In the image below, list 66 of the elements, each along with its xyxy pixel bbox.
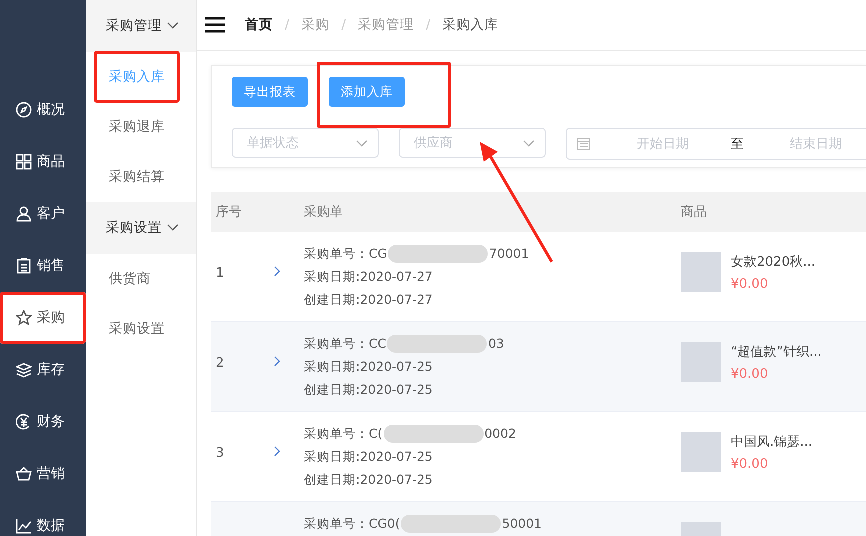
nav-item[interactable]: 销售 xyxy=(0,240,86,292)
chevron-icon xyxy=(167,22,179,30)
breadcrumb-item[interactable]: 首页 xyxy=(245,16,273,34)
photo-placeholder xyxy=(681,432,721,472)
dropdown-icon xyxy=(523,140,535,146)
submenu-item[interactable]: 采购结算 xyxy=(94,155,180,199)
clipboard-icon xyxy=(16,258,32,274)
row-number: 1 xyxy=(216,266,224,281)
compass-icon xyxy=(16,102,32,118)
photo-placeholder xyxy=(681,252,721,292)
submenu-group[interactable]: 采购管理 xyxy=(86,0,196,52)
order-number: 采购单号：CG0( 50001 xyxy=(304,514,544,534)
nav-item[interactable]: 数据 xyxy=(0,500,86,536)
expand-icon[interactable] xyxy=(274,266,281,277)
created-date: 创建日期:2020-07-27 xyxy=(304,291,434,309)
nav-item[interactable]: 库存 xyxy=(0,344,86,396)
nav-item[interactable]: 财务 xyxy=(0,396,86,448)
breadcrumb-separator: / xyxy=(342,17,346,33)
nav-item[interactable]: 商品 xyxy=(0,136,86,188)
submenu-item[interactable]: 采购设置 xyxy=(94,307,180,351)
order-number: 采购单号：CG 70001 xyxy=(304,244,530,264)
column-header: 商品 xyxy=(681,204,707,221)
expand-icon[interactable] xyxy=(274,446,281,457)
breadcrumb-item: 采购入库 xyxy=(442,16,499,34)
order-number: 采购单号：C( 0002 xyxy=(304,424,518,444)
submenu-item[interactable]: 供货商 xyxy=(94,257,166,301)
layers-icon xyxy=(16,362,32,378)
purchase-date: 采购日期:2020-07-25 xyxy=(304,358,434,376)
product-price: ¥0.00 xyxy=(731,456,770,472)
chart-icon xyxy=(16,518,32,534)
column-header: 序号 xyxy=(215,204,243,221)
product-price: ¥0.00 xyxy=(731,276,770,292)
column-header: 采购单 xyxy=(304,204,344,221)
chevron-icon xyxy=(167,224,179,232)
nav-item[interactable]: 营销 xyxy=(0,448,86,500)
dropdown-icon xyxy=(356,140,368,146)
expand-icon[interactable] xyxy=(274,356,281,367)
grid-icon xyxy=(16,154,32,170)
table-row[interactable]: 2 采购单号：CC 03 采购日期:2020-07-25 创建日期:2020-07-25 “超值款”针织... ¥0.00 xyxy=(211,322,866,412)
created-date: 创建日期:2020-07-25 xyxy=(304,381,434,399)
menu-icon[interactable] xyxy=(205,17,225,33)
submenu-group[interactable]: 采购设置 xyxy=(86,202,196,254)
row-number: 2 xyxy=(216,356,224,371)
table-row[interactable]: 采购单号：CG0( 50001 xyxy=(211,502,866,536)
star-icon xyxy=(16,310,32,326)
yen-icon xyxy=(16,414,32,430)
date-range-field[interactable]: 开始日期 至 结束日期 xyxy=(566,128,866,160)
product-name: 中国风.锦瑟... xyxy=(731,434,813,450)
breadcrumb-separator: / xyxy=(426,17,431,33)
basket-icon xyxy=(16,466,32,482)
calendar-icon xyxy=(577,137,591,151)
purchase-date: 采购日期:2020-07-25 xyxy=(304,448,434,466)
purchase-date: 采购日期:2020-07-27 xyxy=(304,268,434,286)
product-name: “超值款”针织... xyxy=(731,344,822,360)
nav-item[interactable]: 客户 xyxy=(0,188,86,240)
order-number: 采购单号：CC 03 xyxy=(304,334,506,354)
submenu-item[interactable]: 采购退库 xyxy=(94,105,180,149)
row-number: 3 xyxy=(216,446,224,461)
created-date: 创建日期:2020-07-25 xyxy=(304,471,434,489)
user-icon xyxy=(16,206,32,222)
nav-item[interactable]: 采购 xyxy=(0,292,86,344)
photo-placeholder xyxy=(681,342,721,382)
product-name: 女款2020秋... xyxy=(731,254,816,270)
breadcrumb-separator: / xyxy=(285,17,290,33)
nav-item[interactable]: 概况 xyxy=(0,84,86,136)
product-price: ¥0.00 xyxy=(731,366,770,382)
